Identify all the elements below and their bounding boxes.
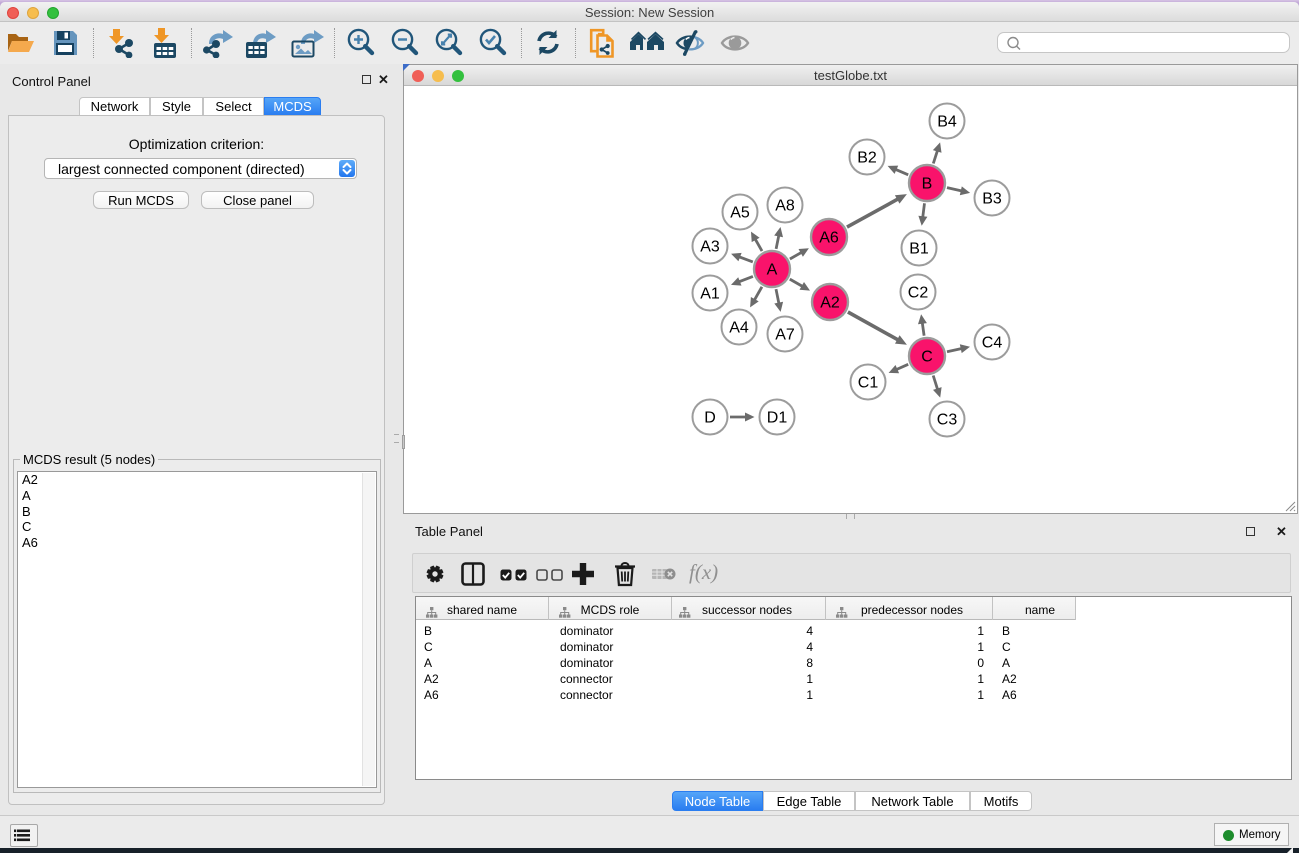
svg-text:C3: C3 [937, 412, 958, 429]
svg-text:A6: A6 [819, 230, 839, 247]
svg-text:D: D [704, 410, 716, 427]
svg-text:A5: A5 [730, 205, 750, 222]
svg-text:B4: B4 [937, 114, 957, 131]
svg-text:B: B [922, 176, 933, 193]
svg-text:A2: A2 [820, 295, 840, 312]
svg-text:D1: D1 [767, 410, 788, 427]
svg-text:B3: B3 [982, 191, 1002, 208]
svg-text:A1: A1 [700, 286, 720, 303]
svg-text:A8: A8 [775, 198, 795, 215]
svg-text:C: C [921, 349, 933, 366]
svg-text:A7: A7 [775, 327, 795, 344]
svg-text:B1: B1 [909, 241, 929, 258]
svg-text:A3: A3 [700, 239, 720, 256]
svg-text:A4: A4 [729, 320, 749, 337]
svg-text:B2: B2 [857, 150, 877, 167]
svg-text:C4: C4 [982, 335, 1003, 352]
svg-text:C2: C2 [908, 285, 929, 302]
svg-text:A: A [767, 262, 778, 279]
svg-text:C1: C1 [858, 375, 879, 392]
